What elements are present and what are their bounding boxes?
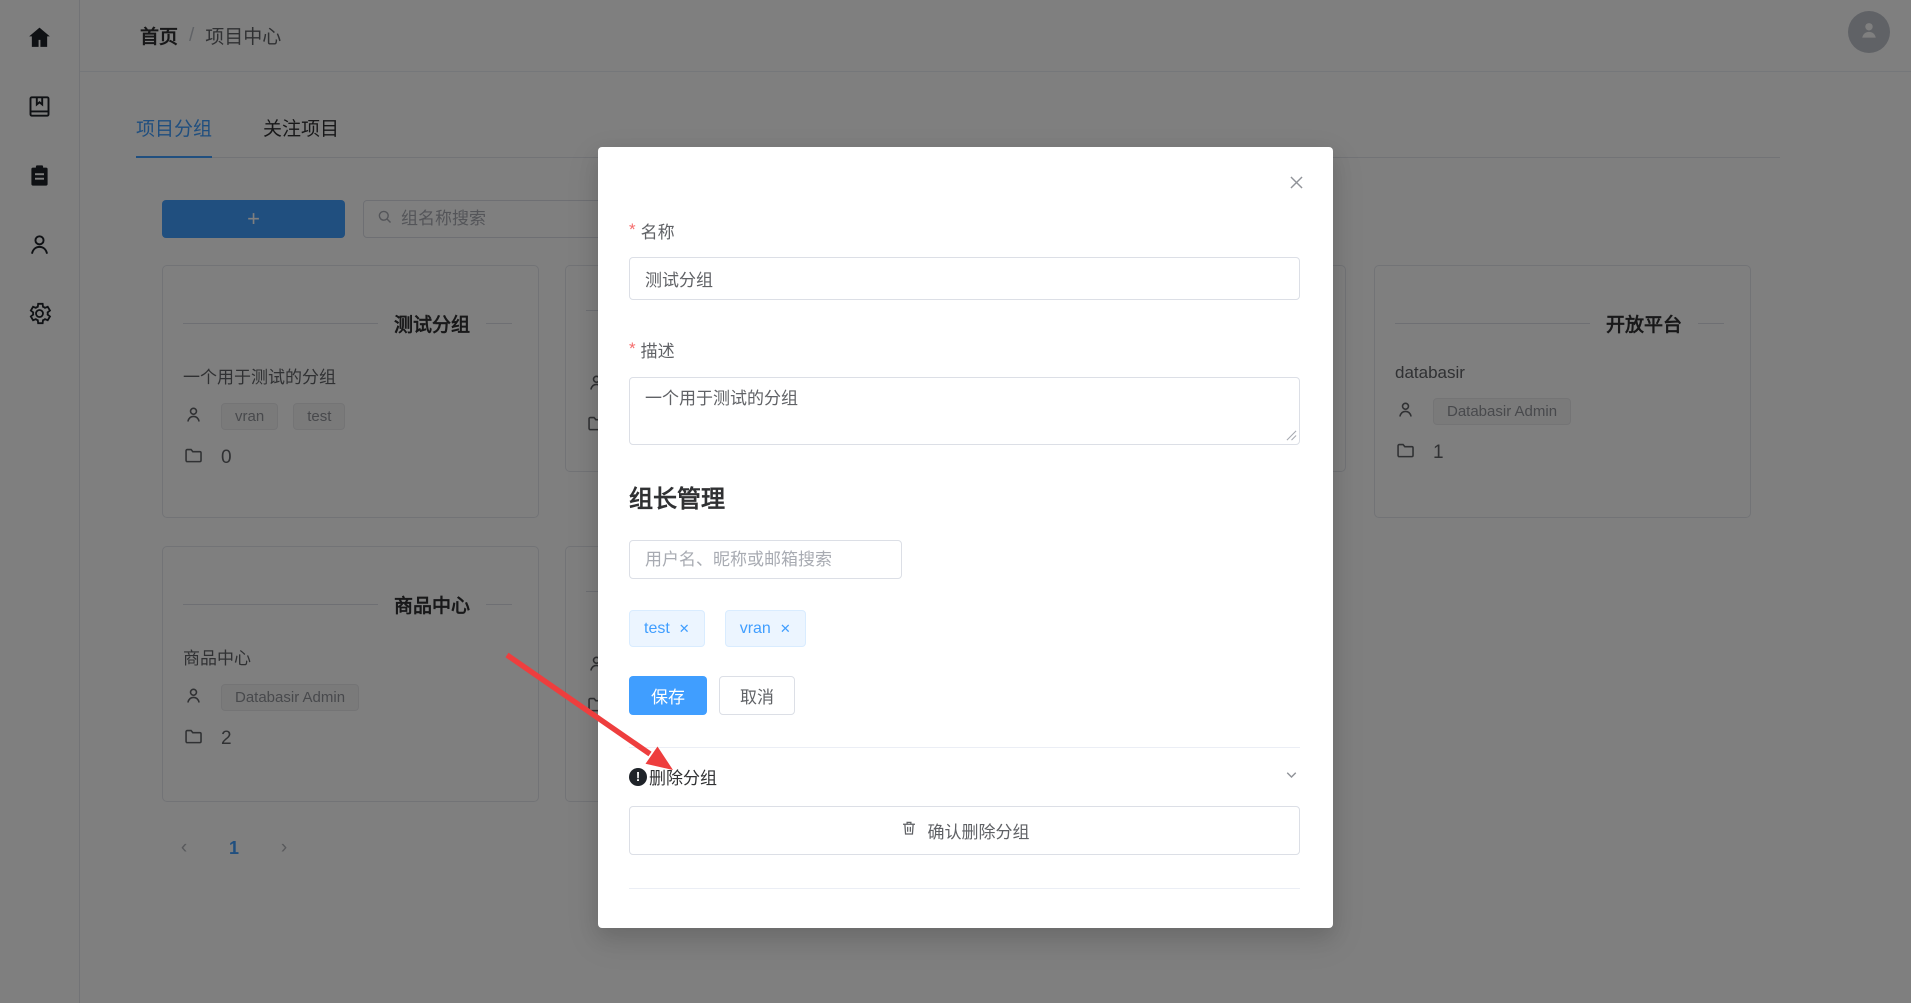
leader-tag-vran: vran ✕ [724,610,806,647]
confirm-delete-group-button[interactable]: 确认删除分组 [629,806,1300,855]
group-name-input[interactable] [629,257,1300,300]
name-field-label: * 名称 [629,220,675,242]
trash-icon [900,819,918,842]
leader-management-title: 组长管理 [629,486,725,513]
description-field-label: * 描述 [629,339,675,361]
app-window: 首页 / 项目中心 项目分组 关注项目 + 测试分组 一个用于测试的分组 vra… [0,0,1911,1003]
required-mark: * [629,220,636,239]
leader-tag-test: test ✕ [629,610,705,647]
cancel-button[interactable]: 取消 [719,676,795,715]
dialog-actions: 保存 取消 [629,676,1300,715]
edit-group-dialog: * 名称 * 描述 一个用于测试的分组 组长管理 test ✕ vran ✕ 保… [598,147,1333,928]
leader-tags: test ✕ vran ✕ [629,610,1300,647]
tag-close-icon[interactable]: ✕ [679,622,690,635]
warning-icon: ! [629,767,647,786]
dialog-close-button[interactable] [1285,173,1307,195]
collapse-bottom-divider [629,888,1300,889]
close-icon [1287,173,1306,195]
save-button[interactable]: 保存 [629,676,707,715]
description-textarea-wrap: 一个用于测试的分组 [629,377,1300,445]
tag-close-icon[interactable]: ✕ [780,622,791,635]
delete-group-collapse: ! 删除分组 确认删除分组 [629,747,1300,889]
group-description-textarea[interactable]: 一个用于测试的分组 [629,377,1300,445]
chevron-down-icon [1283,766,1300,788]
required-mark: * [629,339,636,358]
delete-group-title: ! 删除分组 [629,764,717,789]
member-search-input[interactable] [629,540,902,579]
delete-group-collapse-header[interactable]: ! 删除分组 [629,748,1300,806]
